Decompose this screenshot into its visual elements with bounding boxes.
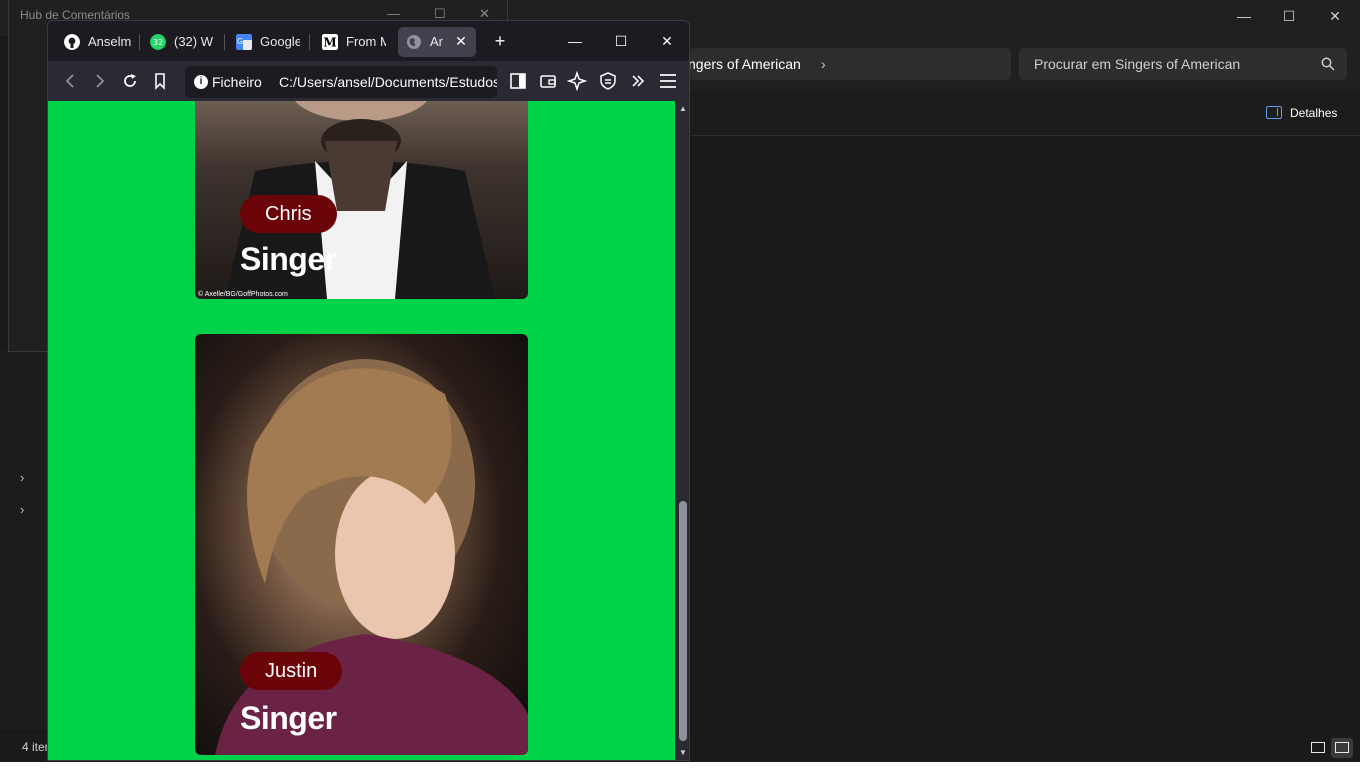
back-icon[interactable] <box>58 70 82 92</box>
browser-window: Anselm 32 (32) W G Google M From M Ar ✕ … <box>47 20 690 761</box>
url-bar[interactable]: i Ficheiro C:/Users/ansel/Documents/Estu… <box>185 66 497 98</box>
vpn-shield-icon[interactable] <box>596 70 620 92</box>
google-translate-icon: G <box>236 34 252 50</box>
medium-icon: M <box>322 34 338 50</box>
details-view-button[interactable] <box>1307 738 1329 758</box>
singer-role: Singer <box>240 700 337 736</box>
photo-credit: © Axelle/BG/GoffPhotos.com <box>198 291 288 298</box>
wallet-icon[interactable] <box>536 70 560 92</box>
github-icon <box>64 34 80 50</box>
details-pane-icon <box>1266 106 1282 119</box>
url-protocol-label: Ficheiro <box>212 74 262 90</box>
search-icon <box>1321 57 1335 71</box>
tab-whatsapp[interactable]: 32 (32) W <box>142 27 218 57</box>
tab-label: From M <box>346 34 386 49</box>
details-pane-button[interactable]: Detalhes <box>1264 104 1337 124</box>
explorer-minimize-button[interactable]: — <box>1221 0 1267 32</box>
sidebar-icon[interactable] <box>506 70 530 92</box>
ai-sparkle-icon[interactable] <box>566 70 590 92</box>
navigation-toolbar: i Ficheiro C:/Users/ansel/Documents/Estu… <box>48 61 689 101</box>
svg-text:M: M <box>323 36 336 50</box>
explorer-command-bar <box>690 90 1360 136</box>
svg-text:G: G <box>237 37 243 46</box>
tab-strip: Anselm 32 (32) W G Google M From M Ar ✕ … <box>48 21 689 61</box>
tab-medium[interactable]: M From M <box>314 27 386 57</box>
tab-separator <box>224 34 225 50</box>
tree-expand-icon[interactable]: › <box>20 470 24 485</box>
page-viewport: Chris Singer © Axelle/BG/GoffPhotos.com … <box>48 101 675 760</box>
tab-label: Ar <box>430 34 443 49</box>
scroll-up-icon[interactable]: ▲ <box>678 105 688 113</box>
browser-minimize-button[interactable]: — <box>565 31 585 51</box>
browser-maximize-button[interactable]: ☐ <box>611 31 631 51</box>
explorer-search-input[interactable]: Procurar em Singers of American <box>1019 48 1347 80</box>
tab-github[interactable]: Anselm <box>56 27 138 57</box>
tab-separator <box>309 34 310 50</box>
scroll-thumb[interactable] <box>679 501 687 741</box>
overflow-icon[interactable] <box>626 70 650 92</box>
tiles-view-icon <box>1335 742 1349 753</box>
breadcrumb-current[interactable]: ngers of American <box>690 48 801 80</box>
tab-label: Google <box>260 34 300 49</box>
navigation-pane: › › <box>0 350 48 730</box>
svg-text:32: 32 <box>153 38 163 47</box>
list-view-icon <box>1311 742 1325 753</box>
singer-card: Chris Singer © Axelle/BG/GoffPhotos.com <box>195 101 528 299</box>
singer-photo <box>215 359 528 755</box>
url-text[interactable]: C:/Users/ansel/Documents/Estudos <box>279 66 497 98</box>
singer-name-pill[interactable]: Chris <box>240 195 337 233</box>
singer-role: Singer <box>240 241 337 277</box>
scroll-down-icon[interactable]: ▼ <box>678 749 688 757</box>
new-tab-button[interactable]: + <box>490 31 510 51</box>
tab-label: Anselm <box>88 34 132 49</box>
chevron-right-icon[interactable]: › <box>821 48 826 80</box>
explorer-maximize-button[interactable]: ☐ <box>1266 0 1312 32</box>
tab-close-icon[interactable]: ✕ <box>454 34 468 48</box>
forward-icon[interactable] <box>88 70 112 92</box>
singer-card: Justin Singer <box>195 334 528 755</box>
vertical-scrollbar[interactable]: ▲ ▼ <box>675 101 689 760</box>
reload-icon[interactable] <box>118 70 142 92</box>
explorer-close-button[interactable]: ✕ <box>1312 0 1358 32</box>
menu-icon[interactable] <box>656 70 680 92</box>
bookmark-icon[interactable] <box>148 70 172 92</box>
details-label: Detalhes <box>1290 106 1338 120</box>
browser-close-button[interactable]: ✕ <box>657 31 677 51</box>
search-placeholder: Procurar em Singers of American <box>1034 56 1241 72</box>
taskbar-edge <box>0 762 1366 768</box>
tree-expand-icon[interactable]: › <box>20 502 24 517</box>
info-icon[interactable]: i <box>194 75 208 89</box>
tab-label: (32) W <box>174 34 213 49</box>
tab-google-translate[interactable]: G Google <box>228 27 300 57</box>
globe-icon <box>407 35 421 49</box>
breadcrumb[interactable]: ngers of American › <box>690 48 1011 80</box>
tiles-view-button[interactable] <box>1331 738 1353 758</box>
whatsapp-icon: 32 <box>150 34 166 50</box>
hub-minimize-button[interactable]: — <box>387 6 400 21</box>
tab-separator <box>139 34 140 50</box>
singer-name-pill[interactable]: Justin <box>240 652 343 690</box>
